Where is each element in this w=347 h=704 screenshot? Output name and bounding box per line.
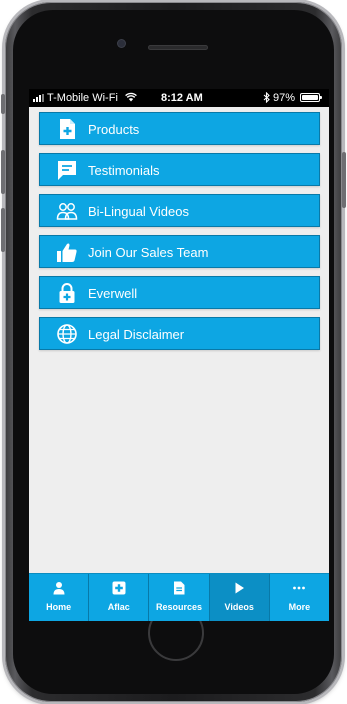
- menu-item-testimonials[interactable]: Testimonials: [39, 153, 320, 186]
- status-bar: T-Mobile Wi-Fi 8:12 AM 97%: [29, 89, 329, 107]
- carrier-label: T-Mobile Wi-Fi: [47, 92, 118, 104]
- menu-label-join-sales-team: Join Our Sales Team: [88, 245, 209, 260]
- people-icon: [56, 203, 78, 220]
- front-camera: [118, 40, 125, 47]
- menu-item-join-sales-team[interactable]: Join Our Sales Team: [39, 235, 320, 268]
- globe-icon: [57, 324, 77, 344]
- plus-square-icon: [112, 581, 126, 595]
- menu-item-everwell[interactable]: Everwell: [39, 276, 320, 309]
- person-icon: [53, 582, 65, 595]
- battery-percent: 97%: [273, 92, 296, 104]
- battery-icon: [300, 93, 322, 102]
- volume-down-button: [1, 208, 5, 252]
- menu-item-bilingual-videos[interactable]: Bi-Lingual Videos: [39, 194, 320, 227]
- tab-label-videos: Videos: [224, 602, 254, 612]
- tab-label-home: Home: [46, 602, 72, 612]
- signal-icon: [33, 94, 45, 102]
- power-button: [342, 152, 346, 208]
- play-icon: [235, 582, 245, 594]
- app-screen: T-Mobile Wi-Fi 8:12 AM 97% Products Test…: [29, 89, 329, 621]
- tab-label-more: More: [288, 602, 311, 612]
- tab-aflac[interactable]: Aflac: [89, 574, 150, 621]
- menu-label-legal-disclaimer: Legal Disclaimer: [88, 327, 185, 342]
- bottom-tab-bar: Home Aflac Resources Videos More: [29, 573, 329, 621]
- menu-item-products[interactable]: Products: [39, 112, 320, 145]
- bluetooth-icon: [263, 92, 270, 103]
- tab-label-resources: Resources: [155, 602, 203, 612]
- tab-label-aflac: Aflac: [107, 602, 130, 612]
- menu-label-testimonials: Testimonials: [88, 163, 160, 178]
- thumbs-up-icon: [57, 243, 77, 262]
- volume-up-button: [1, 150, 5, 194]
- menu-label-everwell: Everwell: [88, 286, 138, 301]
- menu-label-bilingual-videos: Bi-Lingual Videos: [88, 204, 189, 219]
- lock-plus-icon: [59, 283, 75, 303]
- tab-videos[interactable]: Videos: [209, 574, 270, 621]
- tab-more[interactable]: More: [270, 574, 329, 621]
- chat-bubble-icon: [58, 161, 76, 180]
- menu-item-legal-disclaimer[interactable]: Legal Disclaimer: [39, 317, 320, 350]
- mute-switch: [1, 94, 5, 114]
- wifi-icon: [125, 92, 137, 102]
- clock-label: 8:12 AM: [161, 92, 203, 104]
- ellipsis-icon: [293, 586, 306, 590]
- main-menu: Products Testimonials Bi-Lingual Videos: [39, 112, 320, 358]
- menu-label-products: Products: [88, 122, 140, 137]
- earpiece-speaker: [148, 45, 208, 50]
- tab-resources[interactable]: Resources: [149, 574, 210, 621]
- document-plus-icon: [60, 119, 75, 139]
- document-icon: [174, 581, 185, 595]
- tab-home[interactable]: Home: [29, 574, 90, 621]
